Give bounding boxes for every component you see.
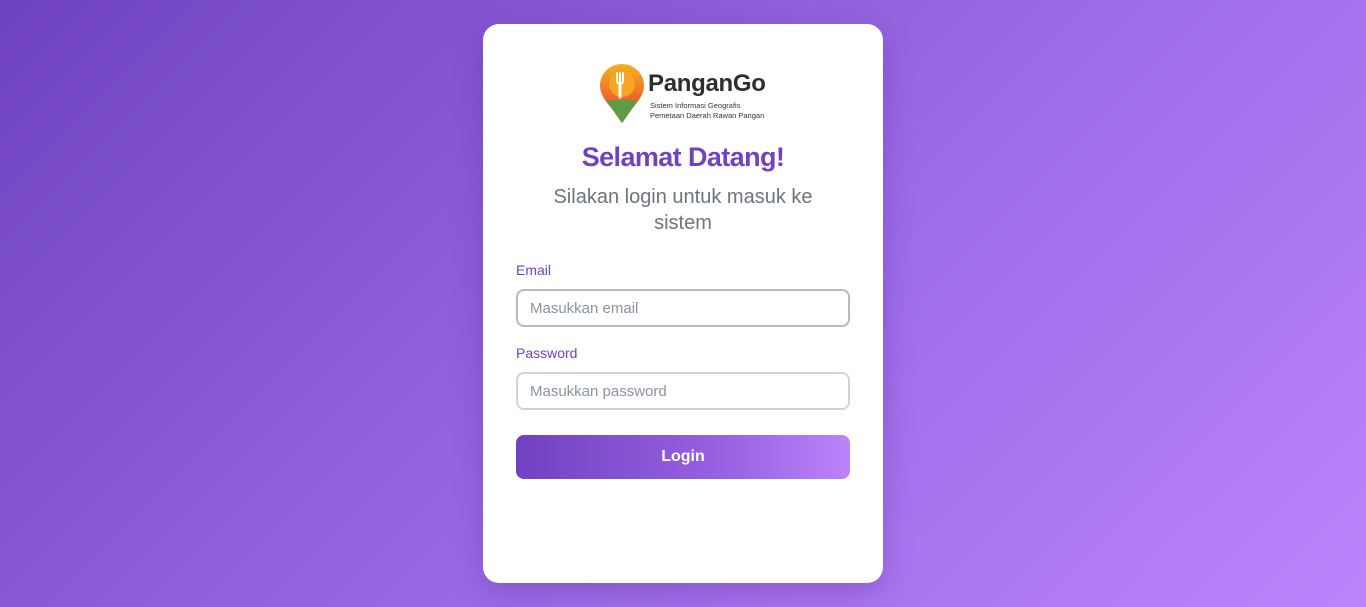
welcome-subtitle: Silakan login untuk masuk ke sistem [553,186,813,234]
login-card: PanganGo Sistem Informasi Geografis Peme… [483,24,883,583]
logo-tagline-line1: Sistem Informasi Geografis [650,101,741,110]
map-pin-fork-icon [600,64,644,123]
app-logo: PanganGo Sistem Informasi Geografis Peme… [600,64,772,124]
password-input[interactable] [516,372,850,410]
logo-brand-name: PanganGo [648,70,766,97]
email-label: Email [516,262,552,278]
password-label: Password [516,345,578,361]
logo-tagline-line2: Pemetaan Daerah Rawan Pangan [650,111,765,120]
welcome-title: Selamat Datang! [581,142,785,172]
login-button[interactable]: Login [516,435,850,479]
email-input[interactable] [516,289,850,327]
